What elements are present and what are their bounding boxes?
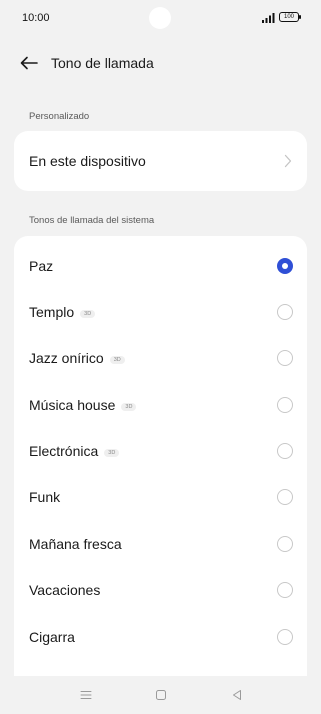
tone-item-vacaciones[interactable]: Vacaciones (14, 567, 307, 613)
tone-name-wrap: Electrónica 3D (29, 443, 120, 459)
tone-item-manana-fresca[interactable]: Mañana fresca (14, 521, 307, 567)
back-triangle-icon (233, 690, 241, 700)
section-label-system: Tonos de llamada del sistema (29, 215, 155, 226)
tone-name: Paz (29, 258, 54, 274)
tone-name: Jazz onírico (29, 350, 104, 366)
chevron-right-icon (284, 154, 292, 168)
tone-name: Vacaciones (29, 582, 101, 598)
page-title: Tono de llamada (51, 55, 154, 71)
radio-button[interactable] (277, 397, 293, 413)
app-header: Tono de llamada (0, 48, 321, 78)
tone-item-templo[interactable]: Templo 3D (14, 289, 307, 335)
tone-name: Templo (29, 304, 75, 320)
radio-button[interactable] (277, 536, 293, 552)
radio-button-selected[interactable] (277, 258, 293, 274)
device-ringtones-item[interactable]: En este dispositivo (14, 131, 307, 191)
recent-apps-button[interactable] (77, 686, 95, 704)
tone-name: Funk (29, 489, 61, 505)
tone-name: Electrónica (29, 443, 99, 459)
home-square-icon (156, 690, 166, 700)
radio-button[interactable] (277, 582, 293, 598)
menu-icon (80, 691, 92, 699)
tone-item-jazz-onirico[interactable]: Jazz onírico 3D (14, 335, 307, 381)
tone-item-cigarra[interactable]: Cigarra (14, 614, 307, 660)
system-tones-list: Paz Templo 3D Jazz onírico 3D Música house… (14, 236, 307, 676)
radio-button[interactable] (277, 443, 293, 459)
tone-item-electronica[interactable]: Electrónica 3D (14, 428, 307, 474)
tone-name: Cigarra (29, 629, 75, 645)
signal-icon (262, 13, 275, 23)
tone-name-wrap: Música house 3D (29, 397, 137, 413)
tone-name: Música house (29, 397, 116, 413)
tone-item-paz[interactable]: Paz (14, 243, 307, 289)
radio-button[interactable] (277, 629, 293, 645)
camera-cutout (149, 7, 171, 29)
status-bar: 10:00 100 (0, 0, 321, 36)
radio-button[interactable] (277, 304, 293, 320)
section-label-custom: Personalizado (29, 111, 90, 122)
badge-3d: 3D (80, 310, 96, 318)
tone-name-wrap: Templo 3D (29, 304, 96, 320)
back-nav-button[interactable] (228, 686, 246, 704)
badge-3d: 3D (109, 356, 125, 364)
tone-name: Mañana fresca (29, 536, 122, 552)
tone-item-funk[interactable]: Funk (14, 474, 307, 520)
badge-3d: 3D (104, 449, 120, 457)
radio-button[interactable] (277, 350, 293, 366)
badge-3d: 3D (121, 403, 137, 411)
tone-name-wrap: Jazz onírico 3D (29, 350, 125, 366)
device-ringtones-label: En este dispositivo (29, 153, 146, 169)
custom-card: En este dispositivo (14, 131, 307, 191)
arrow-left-icon (20, 56, 38, 70)
system-nav-bar (0, 676, 321, 714)
back-button[interactable] (16, 50, 42, 76)
battery-icon: 100 (279, 12, 301, 22)
status-time: 10:00 (22, 12, 50, 24)
home-button[interactable] (152, 686, 170, 704)
tone-item-musica-house[interactable]: Música house 3D (14, 382, 307, 428)
radio-button[interactable] (277, 489, 293, 505)
